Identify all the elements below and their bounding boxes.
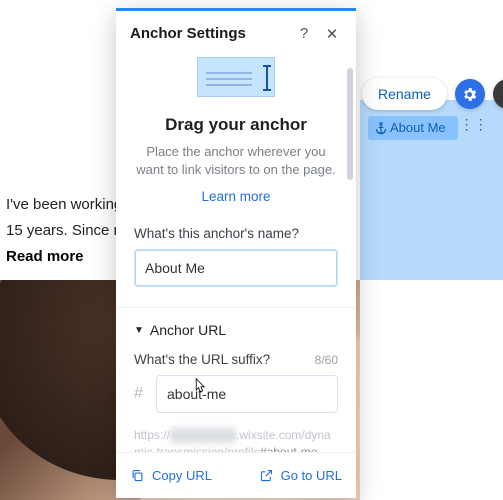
page-body-text: I've been working 15 years. Since m [6,192,126,244]
rename-button[interactable]: Rename [362,78,447,110]
anchor-illustration [197,57,275,97]
learn-more-link[interactable]: Learn more [134,189,338,204]
panel-footer: Copy URL Go to URL [116,452,356,498]
gear-icon [461,86,478,103]
anchor-icon [374,121,388,135]
go-to-url-button[interactable]: Go to URL [259,468,342,483]
help-button[interactable]: ? [493,79,503,109]
panel-heading: Drag your anchor [134,115,338,135]
panel-description: Place the anchor wherever you want to li… [136,143,336,179]
anchor-name-label: What's this anchor's name? [134,226,338,241]
copy-url-label: Copy URL [152,468,212,483]
anchor-tag-label: About Me [390,116,446,140]
char-count: 8/60 [315,353,338,367]
url-preview-scheme: https:// [134,428,170,442]
anchor-tag[interactable]: About Me ⋮⋮ [368,116,458,140]
panel-close-button[interactable]: ✕ [322,25,342,43]
panel-help-button[interactable]: ? [294,25,314,42]
settings-gear-button[interactable] [455,79,485,109]
read-more-link[interactable]: Read more [6,248,84,265]
divider [116,307,356,308]
panel-body: Drag your anchor Place the anchor wherev… [116,57,356,452]
anchor-url-accordion[interactable]: ▼ Anchor URL [134,322,338,338]
panel-title: Anchor Settings [130,25,294,42]
hash-icon: # [134,385,148,403]
element-toolbar: Rename ? [362,78,503,110]
panel-header: Anchor Settings ? ✕ [116,11,356,57]
url-preview-redacted: xxxxxxxxxxx [170,427,236,444]
url-suffix-label: What's the URL suffix? [134,352,270,367]
copy-url-button[interactable]: Copy URL [130,468,212,483]
anchor-settings-panel: Anchor Settings ? ✕ Drag your anchor Pla… [116,8,356,498]
accordion-label: Anchor URL [150,322,226,338]
go-to-url-label: Go to URL [281,468,342,483]
url-preview-fragment: #about-me [260,445,317,452]
page-body-line: I've been working [6,196,122,213]
chevron-down-icon: ▼ [134,325,144,336]
url-preview: https://xxxxxxxxxxx.wixsite.com/dynamic-… [134,427,338,452]
url-suffix-input[interactable] [156,375,338,413]
page-body-line: 15 years. Since m [6,222,126,239]
external-link-icon [259,468,274,483]
anchor-name-input[interactable] [134,249,338,287]
drag-handle-icon[interactable]: ⋮⋮ [460,120,476,136]
copy-icon [130,468,145,483]
